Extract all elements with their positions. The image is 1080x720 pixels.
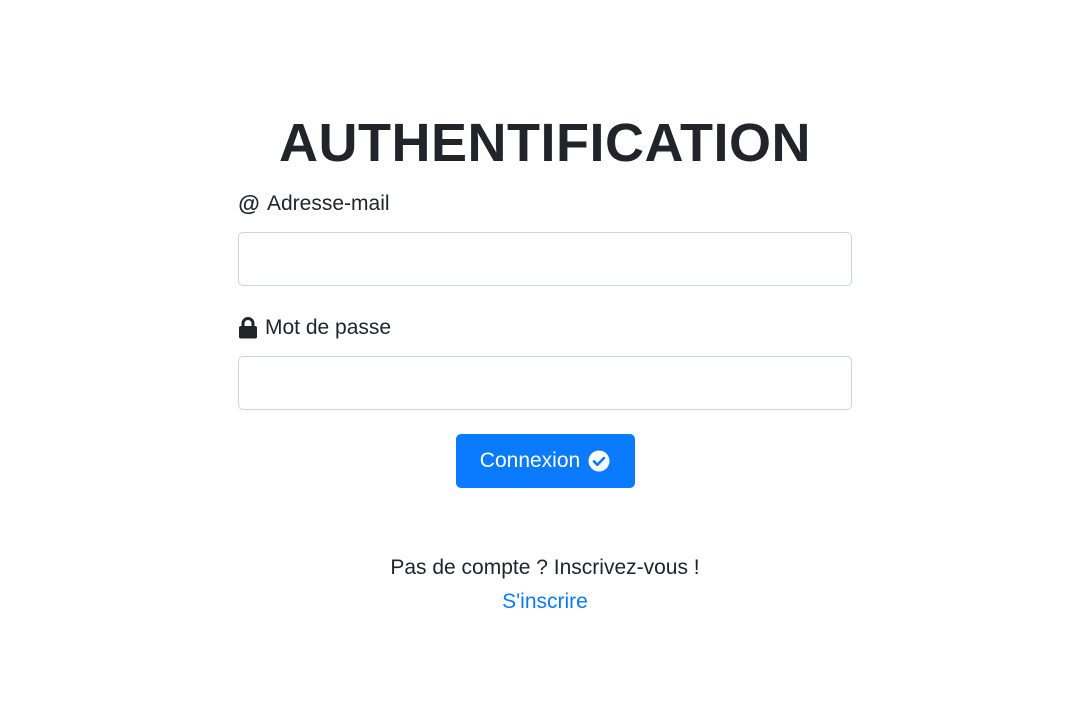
check-circle-icon (588, 450, 610, 472)
signup-section: Pas de compte ? Inscrivez-vous ! S'inscr… (238, 554, 852, 616)
signup-link[interactable]: S'inscrire (502, 588, 588, 616)
login-button[interactable]: Connexion (455, 434, 635, 488)
login-form: AUTHENTIFICATION @ Adresse-mail Mot de p… (238, 110, 852, 616)
email-group: @ Adresse-mail (238, 190, 852, 286)
password-label-text: Mot de passe (265, 316, 392, 339)
email-label: @ Adresse-mail (238, 190, 852, 218)
password-label: Mot de passe (238, 314, 852, 342)
lock-icon (238, 317, 258, 339)
page-title: AUTHENTIFICATION (279, 113, 811, 173)
email-field[interactable] (238, 232, 852, 286)
submit-row: Connexion (238, 434, 852, 488)
email-label-text: Adresse-mail (267, 192, 390, 215)
at-sign-icon: @ (238, 191, 260, 216)
password-field[interactable] (238, 356, 852, 410)
login-button-label: Connexion (479, 449, 581, 472)
signup-prompt: Pas de compte ? Inscrivez-vous ! (390, 556, 700, 579)
password-group: Mot de passe (238, 314, 852, 410)
